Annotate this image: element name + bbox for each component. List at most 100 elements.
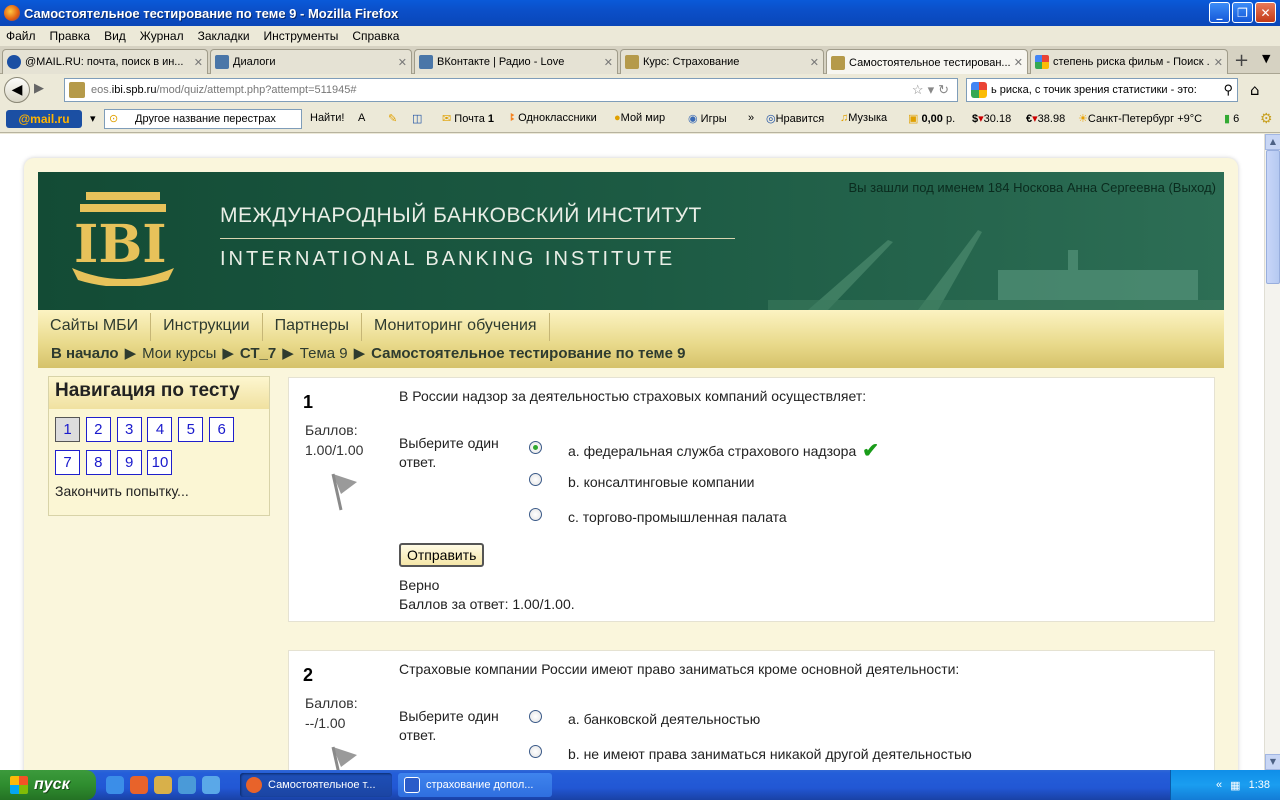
network-icon[interactable]: ▦ [1230, 779, 1240, 792]
mail-link[interactable]: ✉ Почта 1 [442, 112, 494, 125]
answer-option-b[interactable]: b. не имеют права заниматься никакой дру… [529, 744, 972, 762]
mailru-logo[interactable]: @mail.ru [6, 110, 82, 128]
tab-dialogs[interactable]: Диалоги ✕ [210, 49, 412, 74]
flag-icon[interactable] [329, 472, 361, 512]
app-icon[interactable] [178, 776, 196, 794]
settings-gear-icon[interactable]: ⚙ [1260, 110, 1273, 127]
url-bar[interactable]: eos. ibi.spb.ru/mod/quiz/attempt.php?atte… [64, 78, 958, 102]
tab-quiz[interactable]: Самостоятельное тестирован... ✕ [826, 49, 1028, 75]
quiz-nav-button-2[interactable]: 2 [85, 417, 111, 442]
radio-button[interactable] [529, 507, 542, 521]
mailru-search-field[interactable]: ⊙ Другое название перестрах [104, 109, 302, 129]
search-icon[interactable]: ⚲ [1223, 82, 1233, 98]
money-link[interactable]: ▣ 0,00 р. [908, 112, 955, 125]
breadcrumb-topic[interactable]: Тема 9 [300, 345, 348, 362]
find-button[interactable]: Найти! [310, 112, 344, 124]
browser-icon[interactable] [202, 776, 220, 794]
menu-file[interactable]: Файл [6, 29, 36, 43]
likes-link[interactable]: ◎Нравится [766, 112, 824, 125]
breadcrumb-course[interactable]: СТ_7 [240, 345, 276, 362]
site-identity-icon[interactable] [69, 82, 85, 98]
menu-bookmarks[interactable]: Закладки [198, 29, 250, 43]
highlight-icon[interactable]: ✎ [388, 112, 397, 125]
nav-mbi-sites[interactable]: Сайты МБИ [38, 313, 152, 341]
taskbar-word[interactable]: страхование допол... [398, 773, 552, 797]
bookmark-star-icon[interactable]: ☆▾↻ [912, 82, 953, 98]
tab-google-search[interactable]: степень риска фильм - Поиск ... ✕ [1030, 49, 1228, 74]
submit-button[interactable]: Отправить [399, 543, 485, 567]
tab-vk-radio[interactable]: ВКонтакте | Радио - Love ✕ [414, 49, 618, 74]
eur-rate[interactable]: €▾38.98 [1026, 112, 1065, 125]
media-icon[interactable] [154, 776, 172, 794]
more-chevron[interactable]: » [748, 112, 754, 124]
radio-button[interactable] [529, 441, 542, 454]
home-icon[interactable]: ⌂ [1250, 81, 1260, 99]
menu-edit[interactable]: Правка [50, 29, 91, 43]
quiz-nav-button-3[interactable]: 3 [116, 417, 142, 442]
menu-help[interactable]: Справка [352, 29, 399, 43]
tab-course[interactable]: Курс: Страхование ✕ [620, 49, 824, 74]
breadcrumb-home[interactable]: В начало [51, 345, 119, 362]
scroll-down-arrow[interactable]: ▼ [1265, 754, 1280, 770]
new-tab-button[interactable]: + [1234, 50, 1249, 71]
tab-mailru[interactable]: @MAIL.RU: почта, поиск в ин... ✕ [2, 49, 208, 74]
nav-instructions[interactable]: Инструкции [151, 313, 263, 341]
usd-rate[interactable]: $▾30.18 [972, 112, 1011, 125]
finish-attempt-link[interactable]: Закончить попытку... [55, 483, 263, 499]
quiz-nav-title: Навигация по тесту [49, 377, 269, 409]
close-tab-icon[interactable]: ✕ [810, 56, 819, 69]
ie-icon[interactable] [106, 776, 124, 794]
close-tab-icon[interactable]: ✕ [1014, 56, 1023, 69]
close-tab-icon[interactable]: ✕ [398, 56, 407, 69]
quiz-nav-button-6[interactable]: 6 [209, 417, 235, 442]
vertical-scrollbar[interactable]: ▲ ▼ [1264, 134, 1280, 770]
quiz-nav-button-5[interactable]: 5 [178, 417, 204, 442]
games-link[interactable]: ◉ Игры [688, 112, 727, 125]
quiz-nav-button-7[interactable]: 7 [55, 450, 80, 475]
translate-icon[interactable]: ◫ [412, 112, 422, 125]
weather-link[interactable]: ☀Санкт-Петербург +9°C [1078, 112, 1202, 125]
quiz-nav-button-9[interactable]: 9 [116, 450, 142, 475]
search-input[interactable]: ь риска, с точик зрения статистики - это… [966, 78, 1238, 102]
radio-button[interactable] [529, 472, 542, 486]
minimize-button[interactable]: _ [1209, 2, 1230, 23]
breadcrumb-my-courses[interactable]: Мои курсы [142, 345, 216, 362]
answer-option-a[interactable]: a. федеральная служба страхового надзора… [529, 438, 879, 463]
quiz-nav-button-8[interactable]: 8 [85, 450, 111, 475]
tray-chevron-icon[interactable]: « [1216, 779, 1222, 791]
nav-partners[interactable]: Партнеры [263, 313, 362, 341]
music-link[interactable]: ♫Музыка [840, 112, 887, 124]
firefox-icon[interactable] [130, 776, 148, 794]
moimir-link[interactable]: ●Мой мир [614, 112, 665, 124]
nav-monitoring[interactable]: Мониторинг обучения [362, 313, 550, 341]
answer-option-c[interactable]: c. торгово-промышленная палата [529, 507, 787, 525]
quiz-nav-button-10[interactable]: 10 [147, 450, 173, 475]
start-button[interactable]: пуск [0, 770, 96, 800]
traffic-link[interactable]: ▮ 6 [1224, 112, 1239, 125]
quiz-nav-button-4[interactable]: 4 [147, 417, 173, 442]
login-info[interactable]: Вы зашли под именем 184 Носкова Анна Сер… [849, 180, 1216, 195]
answer-option-b[interactable]: b. консалтинговые компании [529, 472, 754, 490]
radio-button[interactable] [529, 744, 542, 758]
taskbar-firefox[interactable]: Самостоятельное т... [240, 773, 392, 797]
scroll-thumb[interactable] [1266, 150, 1280, 284]
odnoklassniki-link[interactable]: ꔪ Одноклассники [510, 112, 597, 125]
menu-history[interactable]: Журнал [140, 29, 184, 43]
maximize-button[interactable]: ❐ [1232, 2, 1253, 23]
close-window-button[interactable]: ✕ [1255, 2, 1276, 23]
answer-option-a[interactable]: a. банковской деятельностью [529, 709, 760, 727]
list-tabs-icon[interactable]: ▼ [1262, 52, 1270, 65]
menu-view[interactable]: Вид [104, 29, 126, 43]
forward-button[interactable]: ▶ [34, 81, 44, 96]
close-tab-icon[interactable]: ✕ [1214, 56, 1223, 69]
quiz-nav-button-1[interactable]: 1 [55, 417, 80, 442]
scroll-up-arrow[interactable]: ▲ [1265, 134, 1280, 150]
back-button[interactable]: ◀ [4, 77, 30, 103]
close-tab-icon[interactable]: ✕ [604, 56, 613, 69]
radio-button[interactable] [529, 709, 542, 723]
dropdown-icon[interactable]: ▾ [90, 112, 96, 125]
close-tab-icon[interactable]: ✕ [194, 56, 203, 69]
font-size-icon[interactable]: A [358, 112, 365, 124]
menu-tools[interactable]: Инструменты [264, 29, 339, 43]
flag-icon[interactable] [329, 745, 361, 770]
